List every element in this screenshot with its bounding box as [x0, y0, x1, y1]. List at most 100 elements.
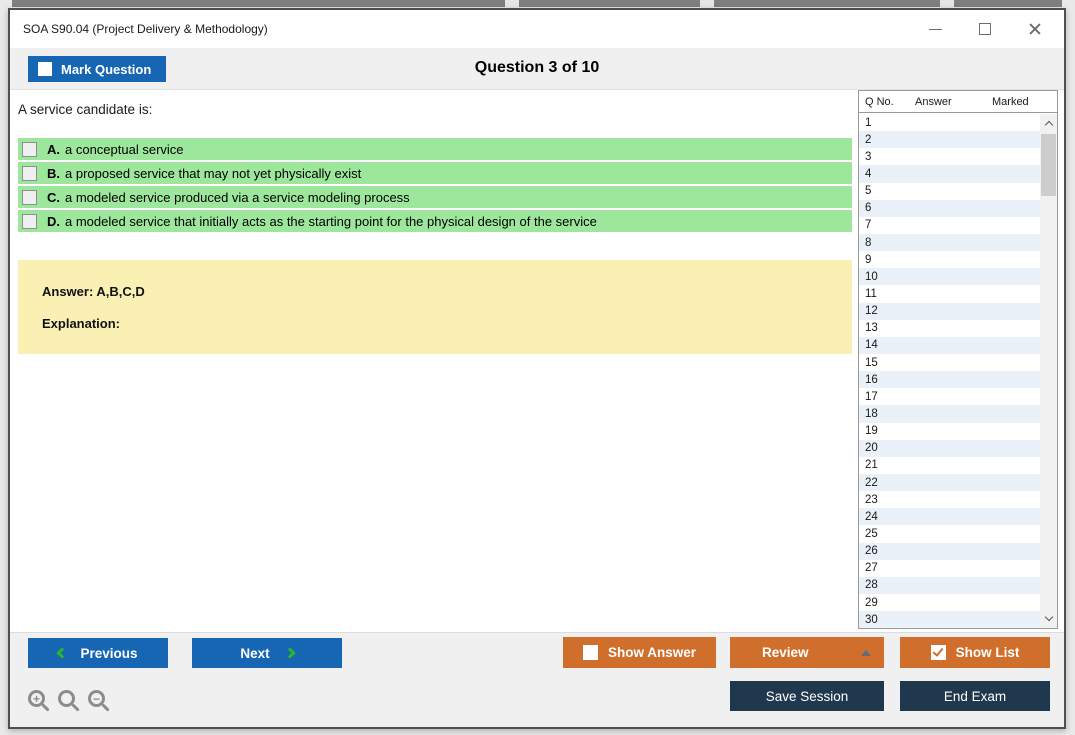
title-bar[interactable]: SOA S90.04 (Project Delivery & Methodolo…: [10, 10, 1064, 48]
show-answer-checkbox[interactable]: [583, 645, 598, 660]
list-item[interactable]: 8: [859, 234, 1040, 251]
option-text: a modeled service that initially acts as…: [65, 214, 597, 229]
next-label: Next: [240, 646, 269, 661]
list-item[interactable]: 3: [859, 148, 1040, 165]
option-text: a conceptual service: [65, 142, 184, 157]
list-item-qno: 6: [859, 202, 915, 214]
list-item[interactable]: 11: [859, 285, 1040, 302]
option-checkbox[interactable]: [22, 142, 37, 157]
option-checkbox[interactable]: [22, 166, 37, 181]
list-item-qno: 25: [859, 528, 915, 540]
column-header-answer: Answer: [915, 96, 992, 108]
option-text: a proposed service that may not yet phys…: [65, 166, 361, 181]
list-item[interactable]: 16: [859, 371, 1040, 388]
option-row[interactable]: D. a modeled service that initially acts…: [18, 210, 852, 232]
list-item-qno: 3: [859, 151, 915, 163]
list-item-qno: 9: [859, 254, 915, 266]
background-artifact: [505, 0, 519, 7]
question-area: A service candidate is: A. a conceptual …: [10, 90, 1064, 632]
list-item-qno: 10: [859, 271, 915, 283]
option-row[interactable]: B. a proposed service that may not yet p…: [18, 162, 852, 184]
scrollbar-thumb[interactable]: [1041, 134, 1056, 196]
question-list-header: Q No. Answer Marked: [859, 91, 1057, 113]
end-exam-label: End Exam: [944, 689, 1006, 704]
list-item[interactable]: 10: [859, 268, 1040, 285]
maximize-button[interactable]: [960, 10, 1010, 48]
end-exam-button[interactable]: End Exam: [900, 681, 1050, 711]
list-item-qno: 8: [859, 237, 915, 249]
background-artifact: [12, 0, 1062, 7]
window-controls: [910, 10, 1060, 48]
question-header-band: Mark Question Question 3 of 10: [10, 48, 1064, 90]
review-label: Review: [762, 645, 809, 660]
save-session-button[interactable]: Save Session: [730, 681, 884, 711]
option-checkbox[interactable]: [22, 190, 37, 205]
list-item[interactable]: 30: [859, 611, 1040, 628]
scroll-down-button[interactable]: [1040, 610, 1057, 627]
show-answer-label: Show Answer: [608, 645, 696, 660]
zoom-out-button[interactable]: −: [88, 690, 105, 707]
list-item[interactable]: 5: [859, 183, 1040, 200]
option-row[interactable]: A. a conceptual service: [18, 138, 852, 160]
chevron-left-icon: [57, 647, 68, 658]
list-scrollbar[interactable]: [1040, 114, 1057, 628]
scroll-up-button[interactable]: [1040, 115, 1057, 132]
list-item[interactable]: 21: [859, 457, 1040, 474]
list-item[interactable]: 9: [859, 251, 1040, 268]
list-item[interactable]: 20: [859, 440, 1040, 457]
list-item-qno: 4: [859, 168, 915, 180]
list-item-qno: 26: [859, 545, 915, 557]
list-item-qno: 15: [859, 357, 915, 369]
close-button[interactable]: [1010, 10, 1060, 48]
option-row[interactable]: C. a modeled service produced via a serv…: [18, 186, 852, 208]
list-item[interactable]: 29: [859, 594, 1040, 611]
question-counter: Question 3 of 10: [10, 59, 1064, 77]
zoom-controls: + −: [28, 690, 105, 707]
list-item-qno: 30: [859, 614, 915, 626]
zoom-in-button[interactable]: +: [28, 690, 45, 707]
list-item[interactable]: 1: [859, 114, 1040, 131]
zoom-in-icon: +: [28, 690, 45, 707]
list-item-qno: 24: [859, 511, 915, 523]
list-item-qno: 13: [859, 322, 915, 334]
exam-window: SOA S90.04 (Project Delivery & Methodolo…: [8, 8, 1066, 729]
close-icon: [1028, 22, 1042, 36]
answer-text: Answer: A,B,C,D: [42, 284, 852, 299]
show-list-checkbox[interactable]: [931, 645, 946, 660]
list-item[interactable]: 4: [859, 165, 1040, 182]
list-item[interactable]: 26: [859, 543, 1040, 560]
list-item[interactable]: 19: [859, 423, 1040, 440]
list-item[interactable]: 12: [859, 303, 1040, 320]
zoom-reset-button[interactable]: [58, 690, 75, 707]
list-item[interactable]: 15: [859, 354, 1040, 371]
review-button[interactable]: Review: [730, 637, 884, 668]
list-item[interactable]: 25: [859, 525, 1040, 542]
triangle-up-icon: [861, 650, 871, 656]
list-item[interactable]: 18: [859, 405, 1040, 422]
list-item[interactable]: 23: [859, 491, 1040, 508]
show-list-label: Show List: [956, 645, 1020, 660]
list-item[interactable]: 6: [859, 200, 1040, 217]
show-answer-button[interactable]: Show Answer: [563, 637, 716, 668]
next-button[interactable]: Next: [192, 638, 342, 668]
show-list-button[interactable]: Show List: [900, 637, 1050, 668]
list-item[interactable]: 28: [859, 577, 1040, 594]
list-item-qno: 1: [859, 117, 915, 129]
chevron-up-icon: [1044, 121, 1052, 129]
list-item-qno: 2: [859, 134, 915, 146]
list-item[interactable]: 7: [859, 217, 1040, 234]
list-item[interactable]: 2: [859, 131, 1040, 148]
list-item[interactable]: 27: [859, 560, 1040, 577]
previous-button[interactable]: Previous: [28, 638, 168, 668]
list-item[interactable]: 22: [859, 474, 1040, 491]
list-item-qno: 11: [859, 288, 915, 300]
list-item[interactable]: 14: [859, 337, 1040, 354]
list-item-qno: 21: [859, 459, 915, 471]
chevron-down-icon: [1044, 613, 1052, 621]
list-item[interactable]: 17: [859, 388, 1040, 405]
list-item[interactable]: 13: [859, 320, 1040, 337]
minimize-button[interactable]: [910, 10, 960, 48]
option-checkbox[interactable]: [22, 214, 37, 229]
list-item-qno: 14: [859, 339, 915, 351]
list-item[interactable]: 24: [859, 508, 1040, 525]
